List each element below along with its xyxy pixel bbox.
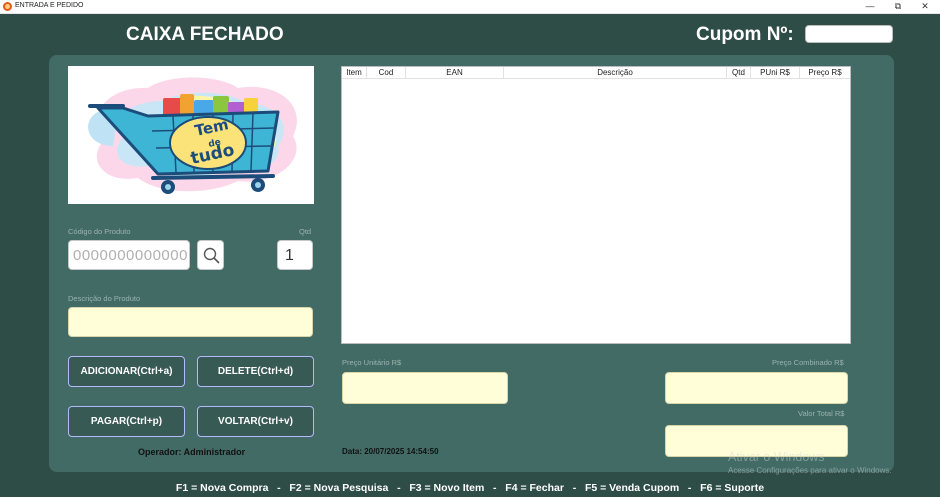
unit-price-label: Preço Unitário R$ xyxy=(342,358,402,367)
app-icon xyxy=(3,2,12,11)
store-logo: Tem de tudo xyxy=(68,66,314,204)
product-code-label: Código do Produto xyxy=(68,227,131,236)
product-description-label: Descrição do Produto xyxy=(68,294,141,303)
window-title: ENTRADA E PEDIDO xyxy=(15,2,84,9)
back-button[interactable]: VOLTAR(Ctrl+v) xyxy=(197,406,314,437)
shortcut-bar: F1 = Nova Compra - F2 = Nova Pesquisa - … xyxy=(175,482,765,494)
qty-label: Qtd xyxy=(299,227,312,236)
date-label: Data: 20/07/2025 14:54:50 xyxy=(342,447,439,456)
windows-activation-text: Acesse Configurações para ativar o Windo… xyxy=(728,466,892,475)
items-table[interactable]: Item Cod EAN Descrição Qtd PUni R$ Preço… xyxy=(341,66,851,344)
pay-button[interactable]: PAGAR(Ctrl+p) xyxy=(68,406,185,437)
operator-label: Operador: Administrador xyxy=(138,447,246,457)
cupom-label: Cupom Nº: xyxy=(696,24,794,45)
column-header-item[interactable]: Item xyxy=(342,67,367,78)
search-icon xyxy=(203,247,220,264)
quantity-input[interactable]: 1 xyxy=(277,240,313,270)
product-description-field[interactable] xyxy=(68,307,313,337)
windows-activation-title: Ativar o Windows xyxy=(728,450,825,464)
search-button[interactable] xyxy=(197,240,224,270)
cupom-number-field[interactable] xyxy=(805,25,893,43)
unit-price-field[interactable] xyxy=(342,372,508,404)
restore-button[interactable]: ⧉ xyxy=(883,0,913,14)
combined-price-label: Preço Combinado R$ xyxy=(772,358,844,367)
column-header-description[interactable]: Descrição xyxy=(504,67,727,78)
table-header: Item Cod EAN Descrição Qtd PUni R$ Preço… xyxy=(342,67,850,79)
window-titlebar: ENTRADA E PEDIDO — ⧉ ✕ xyxy=(0,0,940,14)
product-code-input[interactable]: 0000000000000 xyxy=(68,240,190,270)
minimize-button[interactable]: — xyxy=(855,0,885,14)
column-header-unit-price[interactable]: PUni R$ xyxy=(751,67,800,78)
shopping-cart-logo-icon: Tem de tudo xyxy=(88,77,297,194)
delete-button[interactable]: DELETE(Ctrl+d) xyxy=(197,356,314,387)
column-header-qtd[interactable]: Qtd xyxy=(727,67,751,78)
add-button[interactable]: ADICIONAR(Ctrl+a) xyxy=(68,356,185,387)
close-button[interactable]: ✕ xyxy=(910,0,940,14)
column-header-price[interactable]: Preço R$ xyxy=(800,67,850,78)
register-status: CAIXA FECHADO xyxy=(126,24,284,45)
total-value-label: Valor Total R$ xyxy=(798,409,845,418)
column-header-cod[interactable]: Cod xyxy=(367,67,406,78)
column-header-ean[interactable]: EAN xyxy=(406,67,504,78)
combined-price-field[interactable] xyxy=(665,372,848,404)
